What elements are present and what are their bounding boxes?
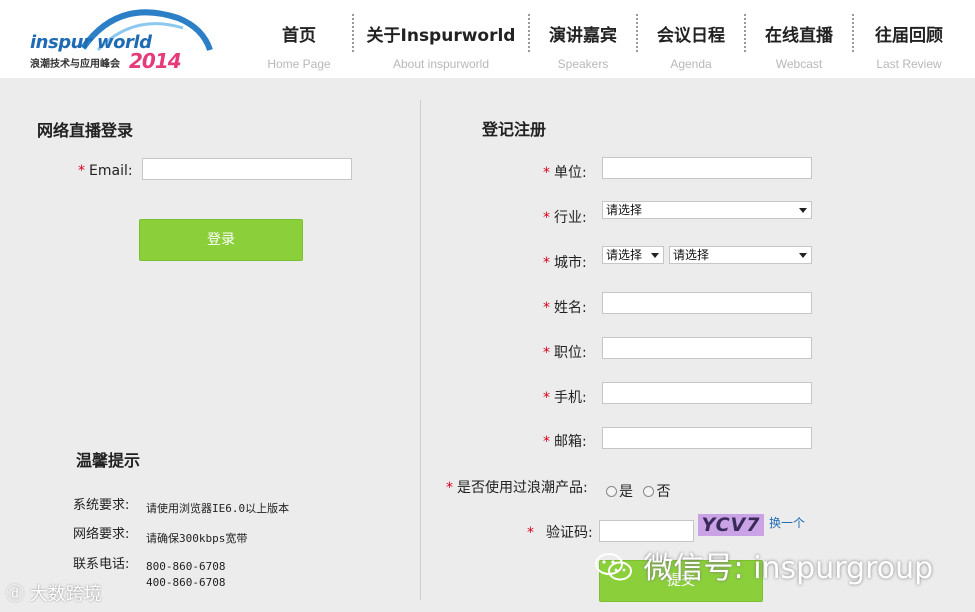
phone-input[interactable] <box>602 382 812 404</box>
chevron-down-icon <box>651 253 659 258</box>
required-mark: * <box>543 300 550 316</box>
company-input[interactable] <box>602 157 812 179</box>
email-label: * Email: <box>78 163 133 179</box>
column-divider <box>420 100 421 600</box>
nav-last-review[interactable]: 往届回顾 Last Review <box>866 0 952 78</box>
required-mark: * <box>446 480 453 496</box>
captcha-input[interactable] <box>599 520 694 542</box>
industry-label: * 行业: <box>543 210 587 226</box>
logo-year: 2014 <box>129 49 182 73</box>
contact-phone-1: 800-860-6708 <box>146 560 226 573</box>
nav-speakers-label: 演讲嘉宾 <box>549 26 617 46</box>
nav-home-sublabel: Home Page <box>267 57 331 71</box>
radio-no[interactable]: 否 <box>643 484 670 500</box>
nav-separator <box>852 14 854 52</box>
nav-last-review-sublabel: Last Review <box>876 57 942 71</box>
register-title: 登记注册 <box>482 120 547 139</box>
register-email-input[interactable] <box>602 427 812 449</box>
required-mark: * <box>543 345 550 361</box>
nav-webcast-sublabel: Webcast <box>775 57 823 71</box>
required-mark: * <box>543 210 550 226</box>
required-mark: * <box>78 163 85 179</box>
nav-about-label: 关于Inspurworld <box>366 26 516 46</box>
login-email-input[interactable] <box>142 158 352 180</box>
login-button[interactable]: 登录 <box>139 219 303 261</box>
logo-subtitle: 浪潮技术与应用峰会 <box>30 59 120 70</box>
system-requirement-value: 请使用浏览器IE6.0以上版本 <box>146 502 290 515</box>
industry-select[interactable]: 请选择 <box>602 201 812 219</box>
nav-last-review-label: 往届回顾 <box>875 26 943 46</box>
company-label: * 单位: <box>543 165 587 181</box>
nav-speakers-sublabel: Speakers <box>557 57 609 71</box>
nav-home[interactable]: 首页 Home Page <box>262 0 336 78</box>
nav-about[interactable]: 关于Inspurworld About inspurworld <box>366 0 516 78</box>
province-select[interactable]: 请选择 <box>602 246 664 264</box>
network-requirement-label: 网络要求: <box>73 527 130 542</box>
refresh-captcha-link[interactable]: 换一个 <box>769 514 805 531</box>
radio-yes[interactable]: 是 <box>606 484 633 500</box>
required-mark: * <box>543 434 550 450</box>
name-input[interactable] <box>602 292 812 314</box>
chevron-down-icon <box>799 253 807 258</box>
nav-speakers[interactable]: 演讲嘉宾 Speakers <box>543 0 623 78</box>
chevron-down-icon <box>799 208 807 213</box>
email-label-text: Email: <box>89 163 133 179</box>
required-mark: * <box>543 255 550 271</box>
used-product-radio-group: 是 否 <box>606 481 670 501</box>
nav-separator <box>528 14 530 52</box>
position-label: * 职位: <box>543 345 587 361</box>
nav-home-label: 首页 <box>282 26 316 46</box>
watermark-logo-icon: ⓓ <box>6 584 30 605</box>
nav-agenda-sublabel: Agenda <box>670 57 712 71</box>
nav-agenda-label: 会议日程 <box>657 26 725 46</box>
required-mark: * <box>543 165 550 181</box>
nav-agenda[interactable]: 会议日程 Agenda <box>651 0 731 78</box>
captcha-label: * 验证码: <box>527 525 593 541</box>
city-select[interactable]: 请选择 <box>669 246 812 264</box>
used-product-label: * 是否使用过浪潮产品: <box>446 480 588 496</box>
watermark-right: 微信号: inspurgroup <box>594 543 933 587</box>
nav-webcast[interactable]: 在线直播 Webcast <box>759 0 839 78</box>
login-title: 网络直播登录 <box>37 121 134 140</box>
watermark-left: ⓓ 大数跨境 <box>6 584 102 605</box>
name-label: * 姓名: <box>543 300 587 316</box>
contact-phone-label: 联系电话: <box>73 557 130 572</box>
phone-label: * 手机: <box>543 390 587 406</box>
nav-separator <box>636 14 638 52</box>
wechat-icon <box>595 553 632 581</box>
nav-separator <box>352 14 354 52</box>
position-input[interactable] <box>602 337 812 359</box>
register-email-label: * 邮箱: <box>543 434 587 450</box>
header: inspur world 浪潮技术与应用峰会 2014 首页 Home Page… <box>0 0 975 78</box>
inspurworld-logo[interactable]: inspur world 浪潮技术与应用峰会 2014 <box>28 8 213 73</box>
tips-title: 温馨提示 <box>76 451 141 470</box>
city-label: * 城市: <box>543 255 587 271</box>
captcha-image[interactable]: YCV7 <box>698 514 764 536</box>
nav-about-sublabel: About inspurworld <box>392 57 490 71</box>
system-requirement-label: 系统要求: <box>73 498 130 513</box>
nav-webcast-label: 在线直播 <box>765 26 833 46</box>
required-mark: * <box>527 525 534 541</box>
radio-circle-icon[interactable] <box>606 486 617 497</box>
contact-phone-2: 400-860-6708 <box>146 576 226 589</box>
network-requirement-value: 请确保300kbps宽带 <box>146 532 248 545</box>
radio-circle-icon[interactable] <box>643 486 655 497</box>
required-mark: * <box>543 390 550 406</box>
nav-separator <box>744 14 746 52</box>
